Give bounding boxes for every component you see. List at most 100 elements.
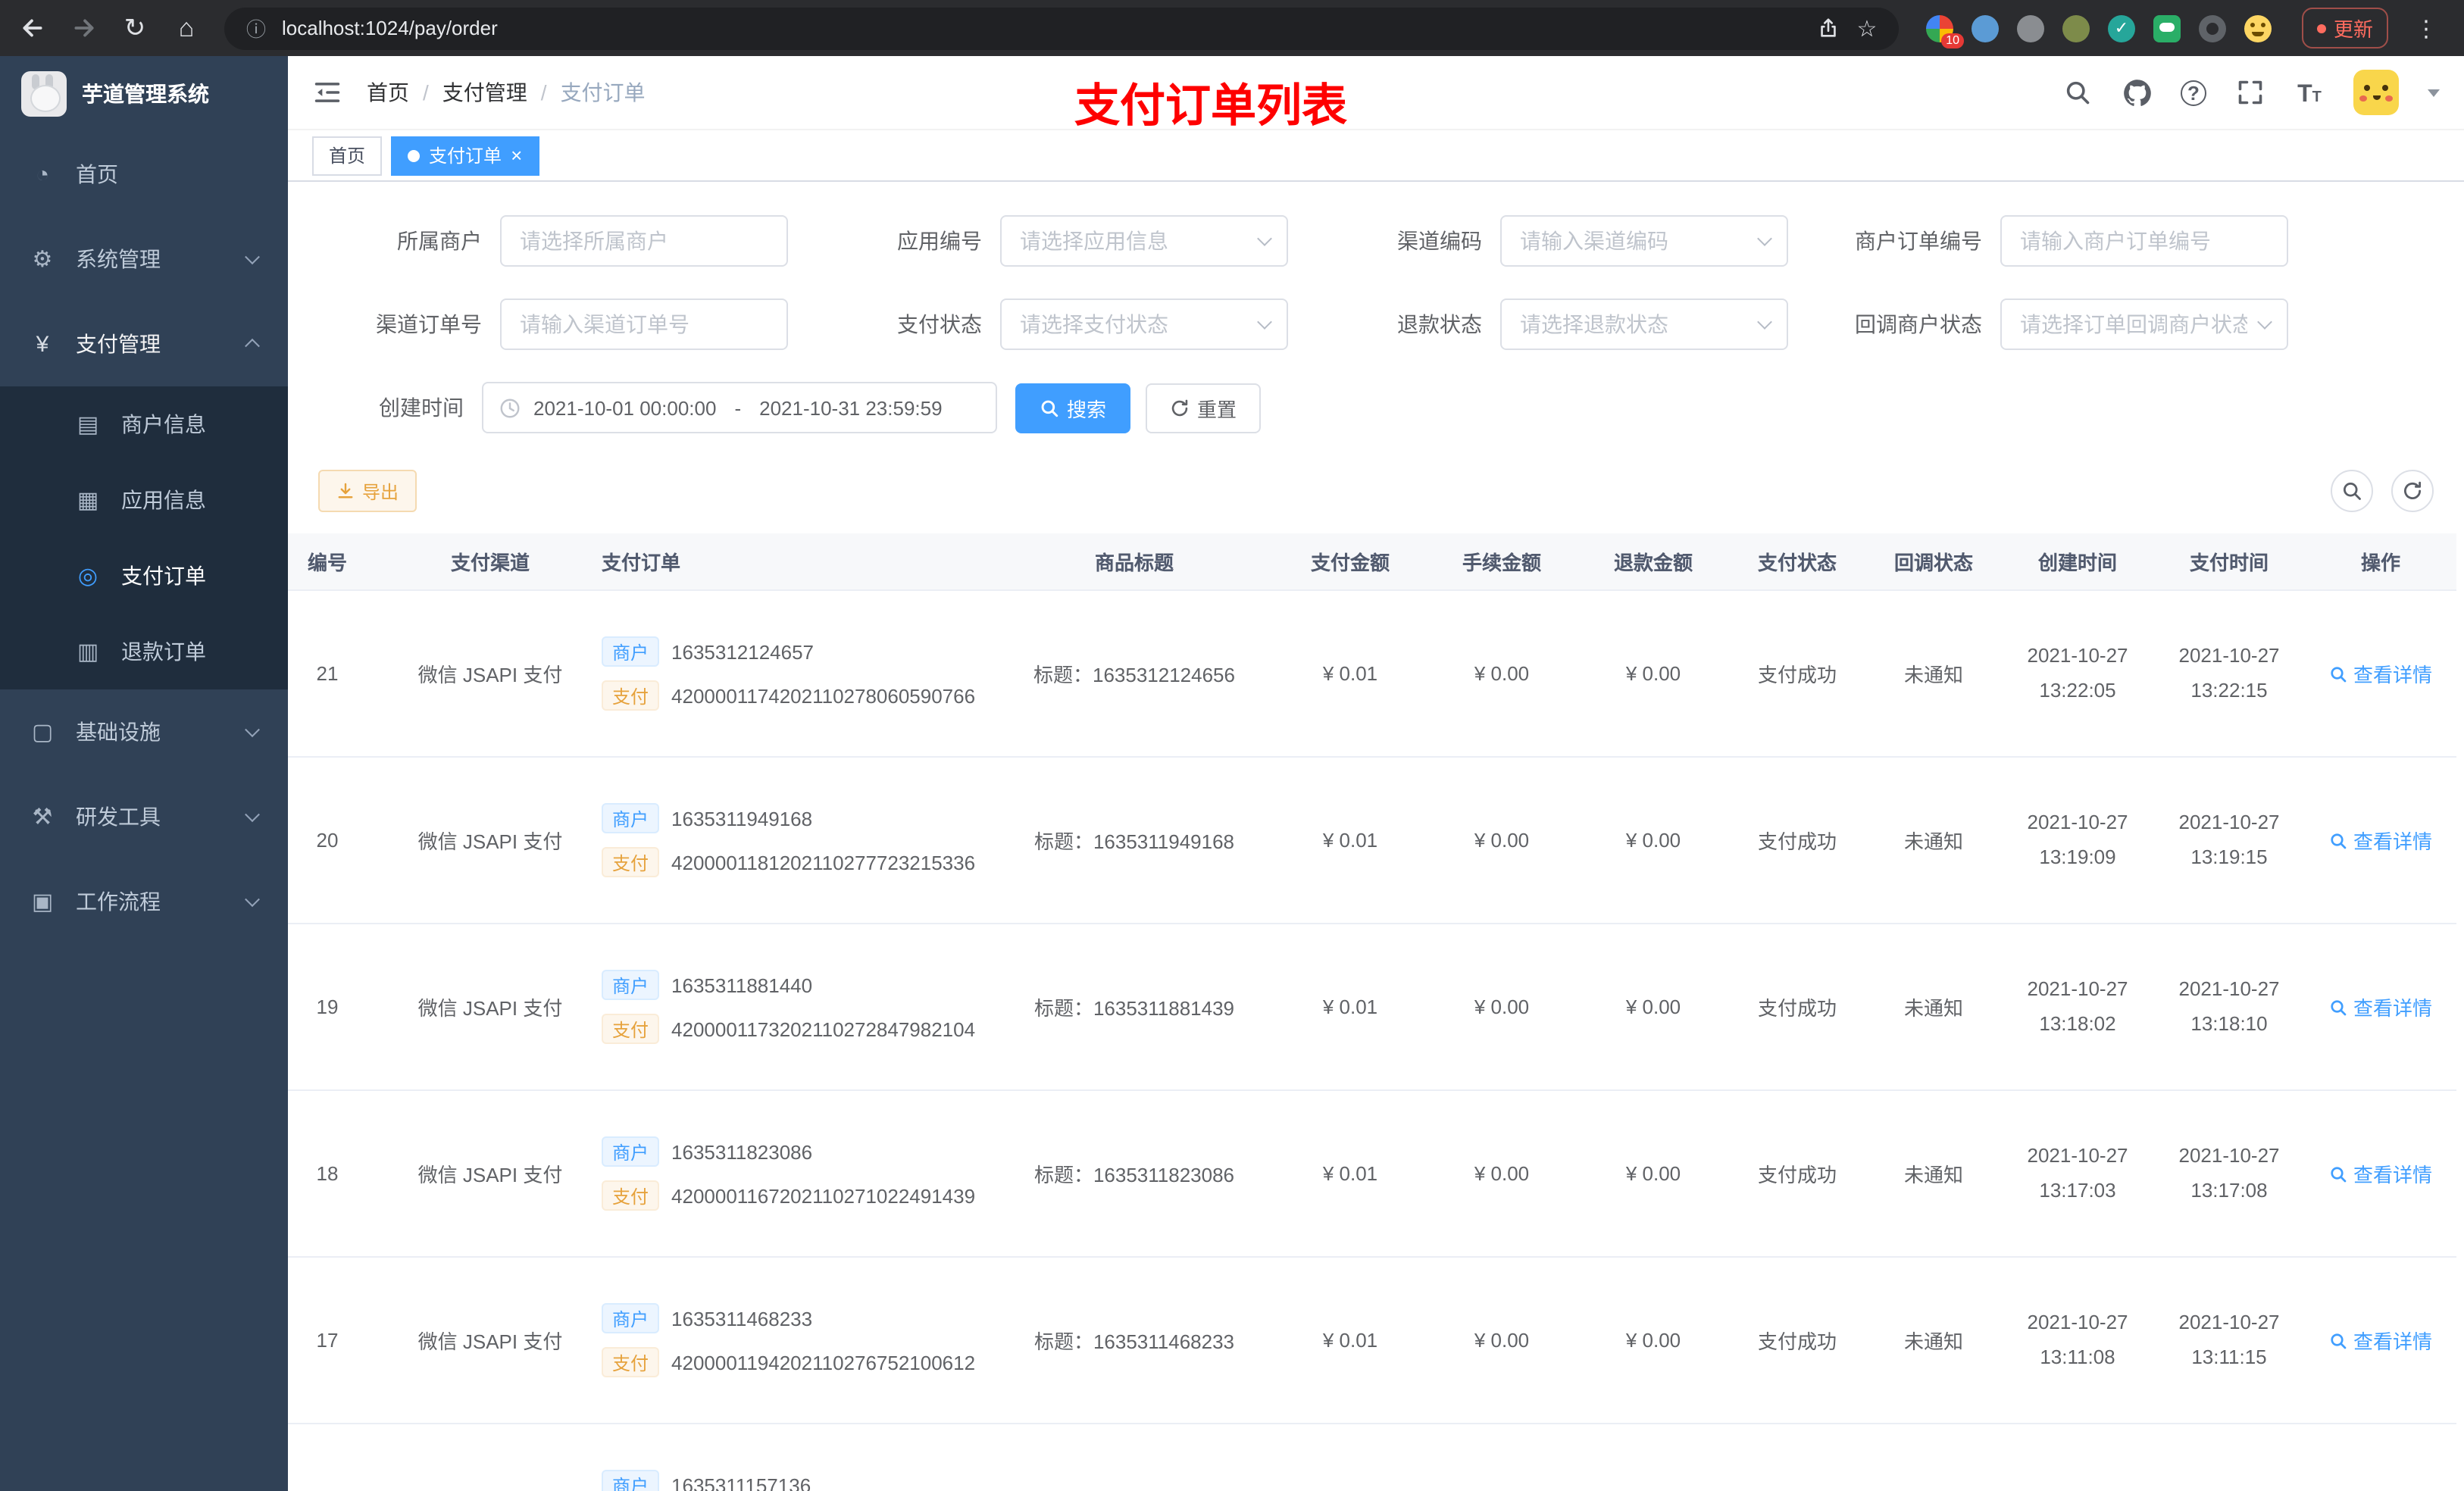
- merchant-order-no-field: [2000, 215, 2288, 267]
- close-icon[interactable]: ×: [511, 145, 522, 165]
- tab-home[interactable]: 首页: [312, 136, 383, 175]
- extension-check-icon[interactable]: ✓: [2108, 14, 2135, 42]
- view-detail-link[interactable]: 查看详情: [2329, 1159, 2432, 1188]
- cell-notify-status: 未通知: [1865, 826, 2002, 855]
- sidebar-item-devtools[interactable]: ⚒ 研发工具: [0, 774, 288, 859]
- search-button[interactable]: 搜索: [1015, 383, 1131, 433]
- pay-amount: ¥ 0.01: [1322, 1162, 1378, 1185]
- reset-button[interactable]: 重置: [1146, 383, 1262, 433]
- owner-merchant-field: [500, 215, 788, 267]
- url-text[interactable]: localhost:1024/pay/order: [282, 17, 1802, 39]
- sidebar-item-system[interactable]: ⚙ 系统管理: [0, 217, 288, 302]
- url-bar[interactable]: ⓘ localhost:1024/pay/order ☆: [224, 7, 1899, 49]
- forward-icon[interactable]: [70, 14, 97, 42]
- share-icon[interactable]: [1814, 14, 1841, 42]
- toggle-search-icon[interactable]: [2331, 470, 2373, 512]
- extension-emoji-icon[interactable]: [2244, 14, 2272, 42]
- refresh-icon[interactable]: [2391, 470, 2434, 512]
- merchant-tag: 商户: [602, 636, 660, 667]
- extension-chat-icon[interactable]: [2153, 14, 2181, 42]
- extension-blue-icon[interactable]: [1972, 14, 1999, 42]
- product-title: 标题：1635311949168: [1033, 830, 1235, 853]
- font-size-icon[interactable]: TT: [2294, 77, 2325, 108]
- cell-action: 查看详情: [2305, 659, 2456, 688]
- callback-status-input[interactable]: [2000, 299, 2288, 350]
- cell-notify-status: 未通知: [1865, 992, 2002, 1021]
- sidebar-item-label: 研发工具: [76, 805, 161, 829]
- cell-pay-order: 商户 1635311823086 支付 42000011672021102710…: [577, 1136, 994, 1211]
- sidebar-item-label: 商户信息: [121, 412, 206, 436]
- create-time: 13:19:09: [2039, 845, 2116, 867]
- update-dot-icon: [2317, 23, 2326, 33]
- sidebar-item-merchant-info[interactable]: ▤ 商户信息: [0, 386, 288, 462]
- merchant-order-line: 商户 1635311881440: [602, 970, 812, 1000]
- extension-pin-icon[interactable]: [2199, 14, 2226, 42]
- view-detail-link[interactable]: 查看详情: [2329, 1326, 2432, 1355]
- order-id: 18: [316, 1162, 339, 1185]
- col-channel: 支付渠道: [450, 552, 530, 574]
- bookmark-star-icon[interactable]: ☆: [1853, 14, 1881, 42]
- pay-amount: ¥ 0.01: [1322, 1329, 1378, 1352]
- export-button-label: 导出: [362, 481, 399, 502]
- filter-row-1: 所属商户 应用编号: [288, 215, 2464, 267]
- back-icon[interactable]: [18, 14, 45, 42]
- cell-pay-time: 2021-10-27 13:17:08: [2153, 1140, 2305, 1207]
- search-icon[interactable]: [2062, 77, 2093, 108]
- extension-gray-icon[interactable]: [2017, 14, 2044, 42]
- filter-app-no: 应用编号: [788, 215, 1288, 267]
- channel-code-input[interactable]: [1500, 215, 1788, 267]
- pay-time: 13:19:15: [2190, 845, 2268, 867]
- cell-refund: ¥ 0.00: [1578, 829, 1729, 852]
- sidebar-item-pay-order[interactable]: ◎ 支付订单: [0, 538, 288, 614]
- caret-down-icon[interactable]: [2428, 89, 2440, 96]
- owner-merchant-input[interactable]: [500, 215, 788, 267]
- sidebar-item-label: 工作流程: [76, 889, 161, 914]
- date-range-input[interactable]: 2021-10-01 00:00:00 - 2021-10-31 23:59:5…: [482, 382, 997, 433]
- export-button[interactable]: 导出: [318, 470, 417, 512]
- cell-title: 标题：1635312124656: [994, 659, 1274, 688]
- filter-label: 所属商户: [397, 229, 482, 253]
- update-button[interactable]: 更新: [2302, 8, 2389, 48]
- refund-status-input[interactable]: [1500, 299, 1788, 350]
- github-icon[interactable]: [2122, 77, 2152, 108]
- sidebar-item-label: 支付管理: [76, 332, 161, 356]
- app-no-input[interactable]: [1000, 215, 1288, 267]
- collapse-sidebar-icon[interactable]: [312, 77, 342, 108]
- pay-amount: ¥ 0.01: [1322, 662, 1378, 685]
- tab-pay-order[interactable]: 支付订单 ×: [391, 136, 539, 175]
- view-detail-link[interactable]: 查看详情: [2329, 659, 2432, 688]
- help-icon[interactable]: ?: [2181, 80, 2206, 105]
- cell-id: 19: [288, 996, 403, 1018]
- cell-notify-status: 未通知: [1865, 1159, 2002, 1188]
- pay-status-input[interactable]: [1000, 299, 1288, 350]
- view-detail-label: 查看详情: [2353, 997, 2432, 1020]
- channel-order-no-input[interactable]: [500, 299, 788, 350]
- reload-icon[interactable]: ↻: [121, 13, 149, 42]
- home-icon[interactable]: ⌂: [173, 13, 200, 42]
- sidebar-item-app-info[interactable]: ▦ 应用信息: [0, 462, 288, 538]
- sidebar-item-home[interactable]: ◔ 首页: [0, 132, 288, 217]
- cell-refund: ¥ 0.00: [1578, 1162, 1729, 1185]
- breadcrumb-pay[interactable]: 支付管理: [442, 77, 527, 108]
- fullscreen-icon[interactable]: [2235, 77, 2265, 108]
- filter-form: 所属商户 应用编号: [288, 182, 2464, 433]
- breadcrumb-home[interactable]: 首页: [367, 77, 409, 108]
- avatar[interactable]: [2353, 70, 2399, 115]
- sidebar-item-infra[interactable]: ▢ 基础设施: [0, 689, 288, 774]
- cell-pay-time: 2021-10-27 13:22:15: [2153, 640, 2305, 707]
- cell-pay-order: 商户 1635312124657 支付 42000011742021102780…: [577, 636, 994, 711]
- site-info-icon[interactable]: ⓘ: [242, 14, 270, 42]
- sidebar-item-refund-order[interactable]: ▥ 退款订单: [0, 614, 288, 689]
- view-detail-link[interactable]: 查看详情: [2329, 992, 2432, 1021]
- sidebar-item-payment[interactable]: ¥ 支付管理: [0, 302, 288, 386]
- date-start-value[interactable]: 2021-10-01 00:00:00: [533, 396, 716, 419]
- view-detail-link[interactable]: 查看详情: [2329, 826, 2432, 855]
- extension-olive-icon[interactable]: [2062, 14, 2090, 42]
- merchant-order-no-input[interactable]: [2000, 215, 2288, 267]
- browser-menu-icon[interactable]: ⋮: [2412, 14, 2440, 42]
- cell-pay-status: 支付成功: [1729, 1326, 1865, 1355]
- date-end-value[interactable]: 2021-10-31 23:59:59: [759, 396, 942, 419]
- page-header: 首页 / 支付管理 / 支付订单 支付订单列表 ? T T: [288, 56, 2464, 132]
- extension-colorful-icon[interactable]: 10: [1926, 14, 1964, 48]
- sidebar-item-workflow[interactable]: ▣ 工作流程: [0, 859, 288, 944]
